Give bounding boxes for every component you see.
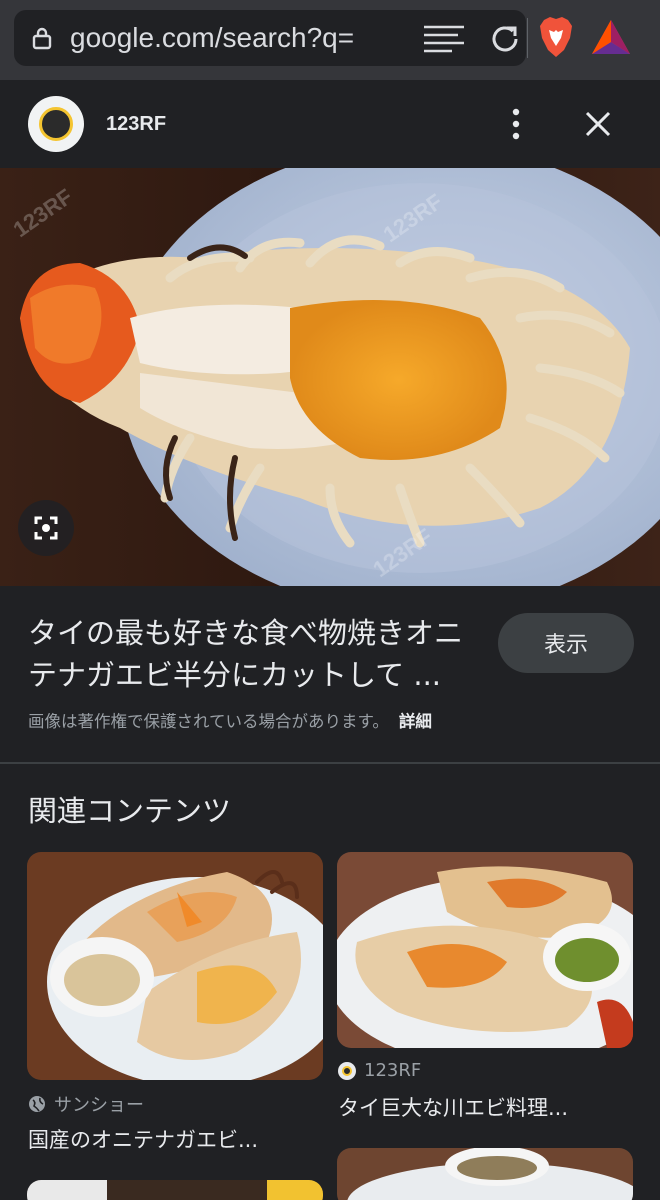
related-source-1: サンショー: [28, 1091, 144, 1117]
lens-icon: [34, 516, 58, 540]
related-title-2[interactable]: タイ巨大な川エビ料理...: [338, 1092, 568, 1122]
related-title-1[interactable]: 国産のオニテナガエビ...: [28, 1124, 258, 1154]
section-divider: [0, 762, 660, 764]
source-logo: [28, 96, 84, 152]
related-thumbnail-4[interactable]: [337, 1148, 633, 1200]
related-thumbnail-2[interactable]: [337, 852, 633, 1048]
globe-icon: [29, 1096, 45, 1112]
related-source-name-2: 123RF: [364, 1060, 422, 1081]
copyright-notice: 画像は著作権で保護されている場合があります。 詳細: [28, 708, 432, 732]
result-title[interactable]: タイの最も好きな食べ物焼きオニテナガエビ半分にカットして ...: [28, 612, 488, 696]
related-source-name-1: サンショー: [54, 1095, 144, 1116]
related-thumbnail-3[interactable]: [27, 1180, 323, 1200]
view-button[interactable]: 表示: [498, 613, 634, 673]
123rf-logo-icon: [338, 1061, 356, 1080]
related-source-2: 123RF: [338, 1060, 421, 1081]
url-text: google.com/search?q=: [70, 22, 355, 53]
toolbar-divider: [527, 18, 528, 58]
source-name[interactable]: 123RF: [106, 80, 166, 168]
browser-toolbar: google.com/search?q=: [0, 0, 660, 80]
address-bar[interactable]: google.com/search?q=: [14, 10, 526, 66]
related-heading: 関連コンテンツ: [28, 794, 232, 828]
close-icon[interactable]: [582, 108, 614, 140]
brave-shields-icon[interactable]: [538, 16, 574, 58]
more-options-icon[interactable]: [504, 106, 528, 142]
lock-icon: [32, 27, 52, 50]
related-thumbnail-1[interactable]: [27, 852, 323, 1080]
details-link[interactable]: 詳細: [399, 712, 432, 731]
preview-image[interactable]: 123RF 123RF 123RF: [0, 168, 660, 586]
brave-rewards-icon[interactable]: [590, 18, 632, 56]
copyright-text: 画像は著作権で保護されている場合があります。: [28, 712, 389, 731]
reload-icon[interactable]: [488, 22, 522, 56]
reader-mode-icon[interactable]: [422, 24, 466, 54]
lens-search-button[interactable]: [18, 500, 74, 556]
source-header: 123RF: [0, 80, 660, 168]
